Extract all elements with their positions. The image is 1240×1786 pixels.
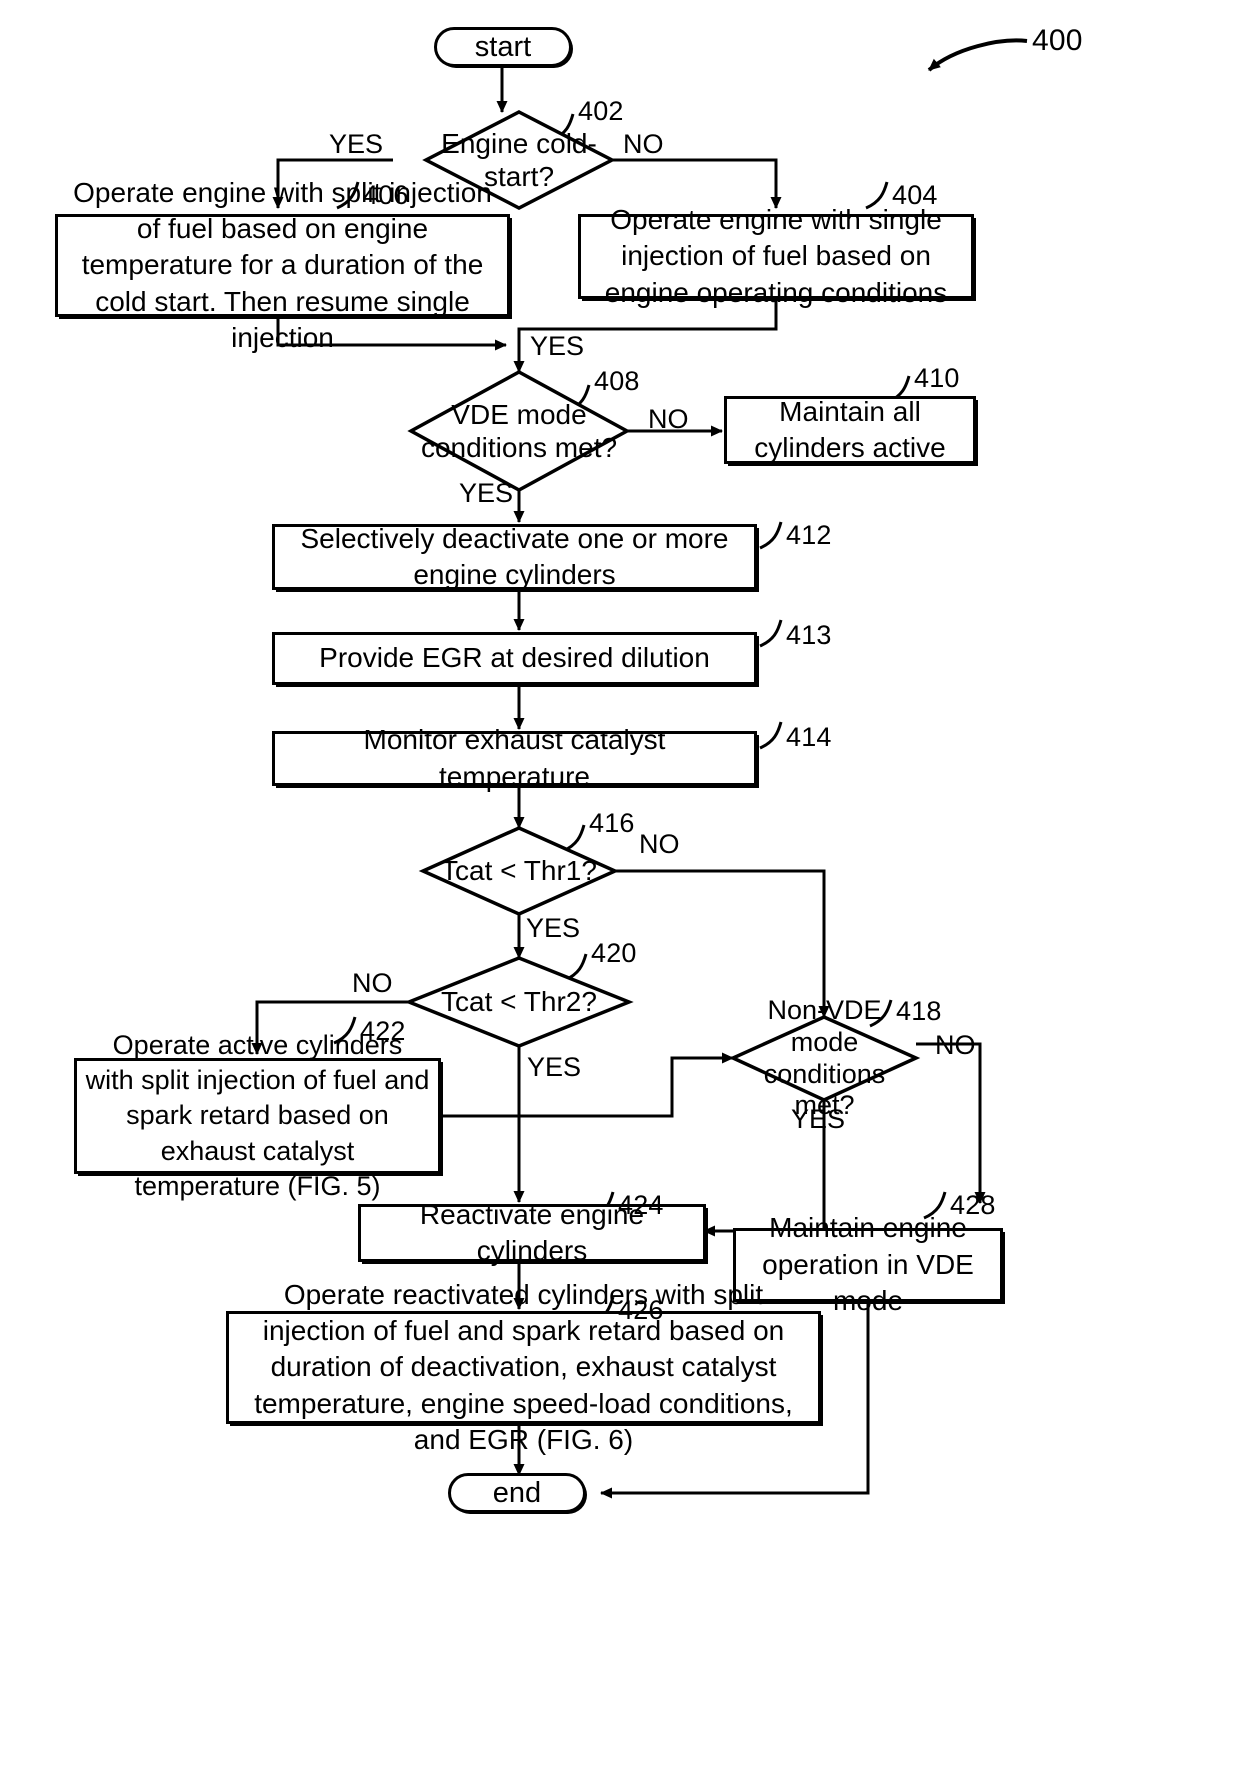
- node-process-426-label: Operate reactivated cylinders with split…: [254, 1278, 793, 1456]
- ref-414: 414: [786, 722, 832, 752]
- node-process-426: Operate reactivated cylinders with split…: [226, 1279, 821, 1455]
- ref-424: 424: [618, 1190, 664, 1220]
- node-process-406: Operate engine with split injection of f…: [55, 177, 510, 353]
- node-decision-416: Tcat < Thr1?: [423, 828, 615, 914]
- ref-420: 420: [591, 938, 637, 968]
- edge-label-420-yes: YES: [527, 1052, 582, 1082]
- node-process-414-label: Monitor exhaust catalyst temperature: [363, 724, 666, 792]
- ref-402: 402: [578, 96, 624, 126]
- node-end-label: end: [492, 1476, 542, 1509]
- node-decision-420: Tcat < Thr2?: [409, 958, 629, 1046]
- node-process-414: Monitor exhaust catalyst temperature: [272, 724, 757, 792]
- node-process-404: Operate engine with single injection of …: [578, 204, 974, 308]
- figure-ref-arrow: [927, 38, 1028, 72]
- edge-label-420-no: NO: [352, 968, 393, 998]
- node-decision-416-label: Tcat < Thr1?: [441, 855, 597, 887]
- ref-418: 418: [896, 996, 942, 1026]
- node-decision-420-label: Tcat < Thr2?: [441, 986, 597, 1018]
- node-process-422: Operate active cylinders with split inje…: [74, 1030, 441, 1201]
- ref-416: 416: [589, 808, 635, 838]
- ref-408: 408: [594, 366, 640, 396]
- edge-label-402-no: NO: [623, 129, 664, 159]
- ref-404: 404: [892, 180, 938, 210]
- edge-label-416-yes: YES: [526, 913, 581, 943]
- node-process-410-label: Maintain all cylinders active: [754, 395, 946, 463]
- edge-label-408-yes: YES: [459, 478, 514, 508]
- figure-canvas: 400 start Engine cold-start? 402 YES NO …: [0, 0, 1240, 1786]
- node-start: start: [434, 27, 572, 67]
- edge-label-408-no: NO: [648, 404, 689, 434]
- node-process-412-label: Selectively deactivate one or more engin…: [300, 522, 729, 590]
- ref-413: 413: [786, 620, 832, 650]
- figure-ref-400: 400: [1032, 24, 1083, 57]
- node-process-413-label: Provide EGR at desired dilution: [319, 642, 710, 674]
- edge-label-408-in-yes: YES: [530, 331, 585, 361]
- ref-406: 406: [363, 180, 409, 210]
- node-process-406-label: Operate engine with split injection of f…: [73, 176, 492, 354]
- node-decision-418-label: Non-VDE mode conditions met?: [763, 994, 886, 1121]
- edge-label-418-no: NO: [935, 1030, 976, 1060]
- edge-label-402-yes: YES: [329, 129, 384, 159]
- leader-413: [759, 619, 783, 648]
- node-process-413: Provide EGR at desired dilution: [272, 632, 757, 685]
- node-process-422-label: Operate active cylinders with split inje…: [85, 1030, 430, 1201]
- leader-412: [759, 521, 783, 550]
- ref-426: 426: [618, 1295, 664, 1325]
- ref-410: 410: [914, 363, 960, 393]
- ref-428: 428: [950, 1190, 996, 1220]
- node-process-410: Maintain all cylinders active: [724, 396, 976, 464]
- edge-label-418-yes: YES: [791, 1104, 846, 1134]
- edge-label-416-no: NO: [639, 829, 680, 859]
- node-decision-418: Non-VDE mode conditions met?: [733, 994, 916, 1121]
- leader-414: [759, 721, 783, 750]
- ref-412: 412: [786, 520, 832, 550]
- node-process-404-label: Operate engine with single injection of …: [604, 203, 948, 308]
- node-end: end: [448, 1473, 586, 1513]
- ref-422: 422: [360, 1016, 406, 1046]
- node-start-label: start: [474, 30, 532, 63]
- node-process-412: Selectively deactivate one or more engin…: [272, 523, 757, 590]
